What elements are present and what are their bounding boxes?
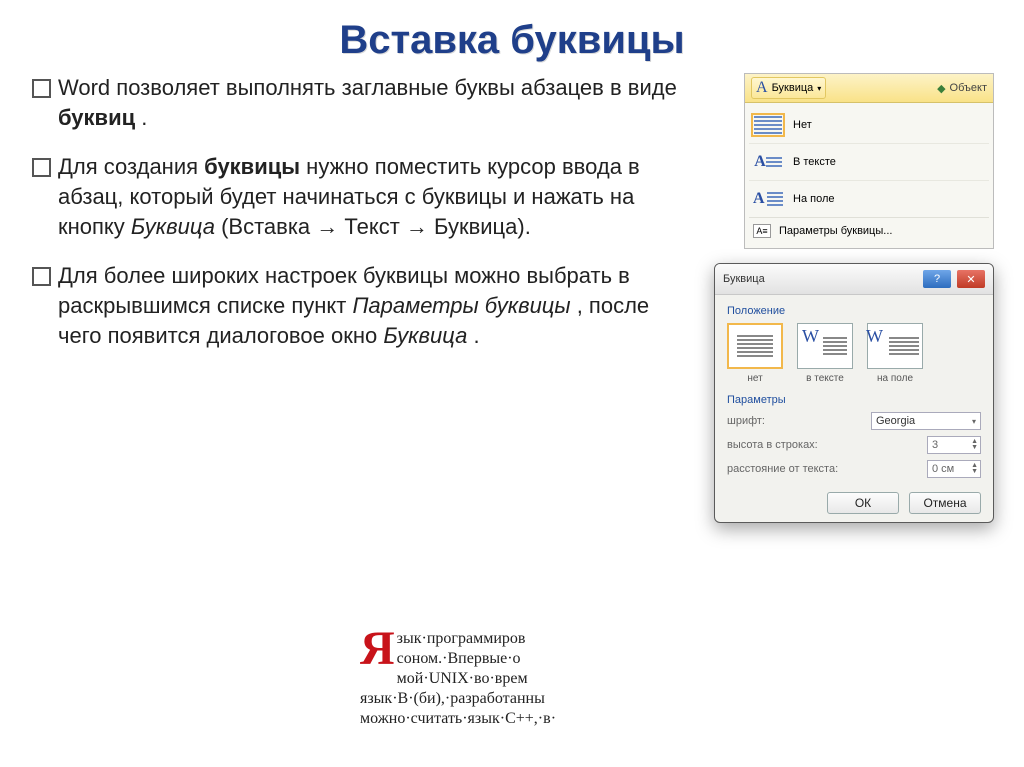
dialog-title: Буквица — [723, 273, 765, 285]
chevron-down-icon: ▾ — [817, 84, 821, 93]
dropdown-item-params[interactable]: A≡ Параметры буквицы... — [749, 217, 989, 244]
height-spinner[interactable]: 3 ▲▼ — [927, 436, 981, 454]
chevron-down-icon: ▾ — [972, 417, 976, 426]
dropdown-item-intext[interactable]: A В тексте — [749, 143, 989, 180]
dropdown-item-label: В тексте — [793, 156, 836, 168]
section-position: Положение — [727, 305, 981, 317]
text-bold: буквиц — [58, 105, 135, 130]
text-italic: Буквица — [131, 214, 215, 239]
dropdown-params-label: Параметры буквицы... — [779, 225, 892, 237]
text: . — [473, 323, 479, 348]
margin-icon: A — [753, 187, 783, 211]
distance-label: расстояние от текста: — [727, 463, 838, 475]
text-italic: Буквица — [383, 323, 467, 348]
position-margin[interactable]: W на поле — [867, 323, 923, 384]
params-icon: A≡ — [753, 224, 771, 238]
position-label: в тексте — [797, 373, 853, 384]
bullet-1: Word позволяет выполнять заглавные буквы… — [30, 73, 698, 132]
font-value: Georgia — [876, 415, 915, 427]
dropdown-item-none[interactable]: Нет — [749, 107, 989, 143]
intext-icon: A — [753, 150, 783, 174]
sample-line: соном.·Впервые·о — [397, 650, 521, 667]
cancel-button[interactable]: Отмена — [909, 492, 981, 514]
sample-line: мой·UNIX·во·врем — [397, 670, 528, 687]
sample-text: Я зык·программиров соном.·Впервые·о мой·… — [360, 629, 720, 729]
spinner-icon: ▲▼ — [971, 463, 978, 475]
dropdown-item-margin[interactable]: A На поле — [749, 180, 989, 217]
height-value: 3 — [932, 439, 938, 451]
sample-line: язык·B·(би),·разработанны — [360, 690, 545, 707]
spinner-icon: ▲▼ — [971, 439, 978, 451]
font-select[interactable]: Georgia ▾ — [871, 412, 981, 430]
position-label: нет — [727, 373, 783, 384]
distance-value: 0 см — [932, 463, 954, 475]
slide-title: Вставка буквицы — [0, 0, 1024, 73]
text: Word позволяет выполнять заглавные буквы… — [58, 75, 677, 100]
sample-line: можно·считать·язык·C++,·в· — [360, 710, 556, 727]
field-distance: расстояние от текста: 0 см ▲▼ — [727, 460, 981, 478]
text-italic: Параметры буквицы — [352, 293, 570, 318]
section-params: Параметры — [727, 394, 981, 406]
font-label: шрифт: — [727, 415, 765, 427]
dropcap-button[interactable]: A Буквица ▾ — [751, 77, 826, 99]
dropdown-item-label: На поле — [793, 193, 835, 205]
main-text: Word позволяет выполнять заглавные буквы… — [30, 73, 698, 523]
position-label: на поле — [867, 373, 923, 384]
dropcap-icon: A — [756, 79, 768, 97]
object-label: Объект — [950, 82, 987, 94]
bullet-3: Для более широких настроек буквицы можно… — [30, 261, 698, 350]
height-label: высота в строках: — [727, 439, 818, 451]
help-button[interactable]: ? — [923, 270, 951, 288]
distance-spinner[interactable]: 0 см ▲▼ — [927, 460, 981, 478]
ribbon-header: A Буквица ▾ ◆ Объект — [745, 74, 993, 103]
dialog-titlebar: Буквица ? ✕ — [715, 264, 993, 295]
ribbon-dropdown: A Буквица ▾ ◆ Объект Нет — [744, 73, 994, 249]
ribbon-object[interactable]: ◆ Объект — [937, 82, 987, 95]
text: Для создания — [58, 154, 204, 179]
dropcap-button-label: Буквица — [772, 82, 814, 94]
text-bold: буквицы — [204, 154, 300, 179]
close-button[interactable]: ✕ — [957, 270, 985, 288]
object-icon: ◆ — [937, 82, 945, 95]
ok-button[interactable]: ОК — [827, 492, 899, 514]
text: . — [141, 105, 147, 130]
dropcap-dialog: Буквица ? ✕ Положение нет — [714, 263, 994, 523]
none-icon — [753, 113, 783, 137]
position-none[interactable]: нет — [727, 323, 783, 384]
field-font: шрифт: Georgia ▾ — [727, 412, 981, 430]
bullet-2: Для создания буквицы нужно поместить кур… — [30, 152, 698, 241]
sample-line: зык·программиров — [397, 630, 526, 647]
text: (Вставка → Текст → Буквица). — [221, 214, 531, 239]
sample-dropcap: Я — [360, 629, 397, 670]
dropdown-item-label: Нет — [793, 119, 812, 131]
position-intext[interactable]: W в тексте — [797, 323, 853, 384]
field-height: высота в строках: 3 ▲▼ — [727, 436, 981, 454]
